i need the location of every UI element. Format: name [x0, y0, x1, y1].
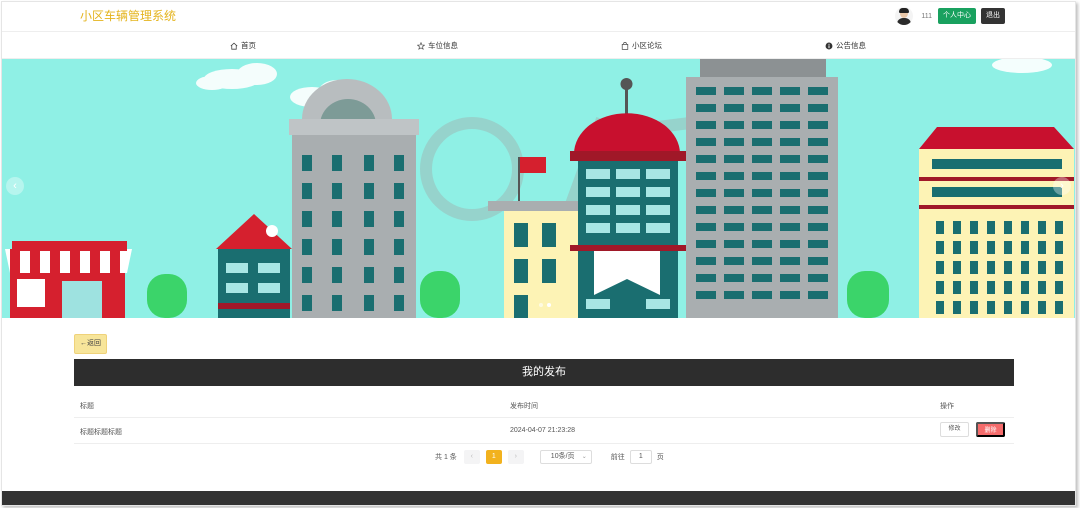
nav-label: 公告信息: [836, 41, 866, 50]
posts-table: 标题 发布时间 操作 标题标题标题 2024-04-07 21:23:28 修改…: [74, 392, 1014, 444]
nav-label: 首页: [241, 41, 256, 50]
header-actions: 操作: [940, 403, 954, 410]
page-title: 我的发布: [74, 359, 1014, 386]
pagination-total: 共 1 条: [435, 454, 457, 461]
nav-item-notice[interactable]: 公告信息: [825, 40, 866, 51]
nav-item-parking[interactable]: 车位信息: [417, 40, 458, 51]
username: 111: [921, 12, 932, 20]
nav-item-home[interactable]: 首页: [230, 40, 256, 51]
page-size-value: 10条/页: [550, 453, 575, 460]
nav-item-forum[interactable]: 小区论坛: [621, 40, 662, 51]
nav-label: 小区论坛: [632, 41, 662, 50]
goto-suffix: 页: [656, 454, 664, 461]
delete-button[interactable]: 删除: [976, 422, 1005, 437]
personal-center-button[interactable]: 个人中心: [938, 8, 976, 24]
row-time: 2024-04-07 21:23:28: [510, 427, 575, 434]
goto-label: 前往: [610, 454, 625, 461]
info-icon: [825, 42, 833, 49]
bag-icon: [621, 41, 629, 50]
header-title: 标题: [80, 403, 94, 410]
app-title: 小区车辆管理系统: [80, 9, 177, 23]
next-page-button[interactable]: ›: [507, 450, 524, 464]
footer: [2, 491, 1075, 505]
nav-label: 车位信息: [428, 41, 458, 50]
user-area: 111 个人中心 退出: [895, 4, 1005, 28]
row-title[interactable]: 标题标题标题: [80, 427, 122, 437]
pagination: 共 1 条 ‹ 1 › 10条/页 ⌄ 前往 1 页: [435, 449, 664, 465]
logout-button[interactable]: 退出: [981, 8, 1005, 24]
edit-button[interactable]: 修改: [940, 422, 969, 437]
main-nav: 首页 车位信息 小区论坛 公告信息: [2, 31, 1075, 59]
back-button[interactable]: ←返回: [74, 334, 107, 354]
goto-page-input[interactable]: 1: [629, 450, 652, 464]
banner-carousel[interactable]: ‹ ›: [2, 59, 1075, 318]
table-row: 标题标题标题 2024-04-07 21:23:28 修改 删除: [74, 418, 1014, 444]
table-header-row: 标题 发布时间 操作: [74, 392, 1014, 418]
home-icon: [230, 42, 238, 50]
page-size-select[interactable]: 10条/页 ⌄: [539, 450, 592, 464]
chevron-down-icon: ⌄: [581, 454, 587, 460]
carousel-next-button[interactable]: ›: [1053, 177, 1071, 195]
top-header: 小区车辆管理系统 111 个人中心 退出: [2, 2, 1075, 30]
header-time: 发布时间: [510, 403, 538, 410]
prev-page-button[interactable]: ‹: [463, 450, 480, 464]
star-icon: [417, 41, 425, 50]
page-number-current[interactable]: 1: [485, 450, 502, 464]
browser-frame: 小区车辆管理系统 111 个人中心 退出 首页 车位信息 小区论坛 公告信息 ‹…: [1, 1, 1076, 506]
avatar[interactable]: [895, 7, 914, 25]
carousel-prev-button[interactable]: ‹: [6, 177, 24, 195]
banner-image: [5, 59, 1074, 318]
